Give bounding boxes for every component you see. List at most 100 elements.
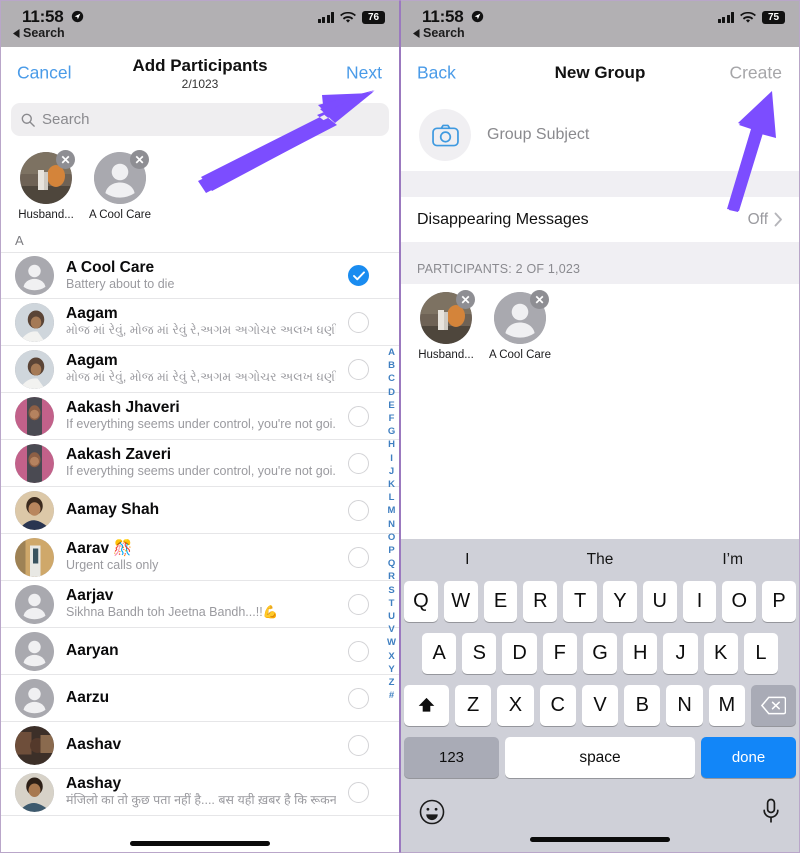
index-letter[interactable]: Q — [388, 557, 395, 570]
key-y[interactable]: Y — [603, 581, 637, 622]
key-a[interactable]: A — [422, 633, 457, 674]
suggestion-item[interactable]: The — [534, 551, 667, 569]
index-letter[interactable]: O — [388, 531, 395, 544]
index-letter[interactable]: I — [390, 452, 393, 465]
suggestion-item[interactable]: I’m — [666, 551, 799, 569]
key-b[interactable]: B — [624, 685, 661, 726]
index-letter[interactable]: R — [388, 570, 395, 583]
list-item[interactable]: Aaryan — [1, 628, 399, 675]
key-l[interactable]: L — [743, 633, 778, 674]
index-letter[interactable]: K — [388, 478, 395, 491]
key-j[interactable]: J — [663, 633, 698, 674]
list-item[interactable]: Aakash Jhaveri If everything seems under… — [1, 393, 399, 440]
cancel-button[interactable]: Cancel — [17, 63, 71, 84]
index-letter[interactable]: T — [389, 597, 395, 610]
select-checkbox[interactable] — [348, 452, 369, 474]
back-button[interactable]: Back — [417, 63, 456, 84]
key-c[interactable]: C — [539, 685, 576, 726]
list-item[interactable]: Aashav — [1, 722, 399, 769]
disappearing-messages-row[interactable]: Disappearing Messages Off — [401, 197, 799, 242]
select-checkbox[interactable] — [348, 265, 369, 286]
index-letter[interactable]: E — [388, 399, 394, 412]
selected-chip[interactable]: ✕ Husband... — [15, 150, 77, 221]
key-d[interactable]: D — [502, 633, 537, 674]
key-x[interactable]: X — [497, 685, 534, 726]
select-checkbox[interactable] — [348, 499, 369, 521]
select-checkbox[interactable] — [348, 546, 369, 568]
backspace-icon[interactable] — [750, 685, 796, 726]
participant-chip[interactable]: ✕ Husband... — [415, 290, 477, 361]
key-u[interactable]: U — [642, 581, 677, 622]
index-letter[interactable]: G — [388, 425, 395, 438]
alphabet-index[interactable]: A B C D E F G H I J K L M N O P Q R S T … — [387, 346, 396, 702]
list-item[interactable]: Aamay Shah — [1, 487, 399, 534]
index-letter[interactable]: A — [388, 346, 395, 359]
selected-chip[interactable]: ✕ A Cool Care — [89, 150, 151, 221]
select-checkbox[interactable] — [348, 734, 369, 756]
index-letter[interactable]: W — [387, 636, 396, 649]
index-letter[interactable]: X — [388, 650, 394, 663]
index-letter[interactable]: M — [388, 504, 396, 517]
select-checkbox[interactable] — [348, 593, 369, 615]
remove-participant-icon[interactable]: ✕ — [456, 290, 475, 309]
done-key[interactable]: done — [701, 737, 796, 778]
key-q[interactable]: Q — [404, 581, 438, 622]
key-e[interactable]: E — [483, 581, 518, 622]
list-item[interactable]: Aarjav Sikhna Bandh toh Jeetna Bandh...!… — [1, 581, 399, 628]
remove-chip-icon[interactable]: ✕ — [130, 150, 149, 169]
index-letter[interactable]: D — [388, 386, 395, 399]
index-letter[interactable]: C — [388, 372, 395, 385]
list-item[interactable]: Aakash Zaveri If everything seems under … — [1, 440, 399, 487]
key-z[interactable]: Z — [455, 685, 492, 726]
list-item[interactable]: Aagam મોજ માં રેવું, મોજ માં રેવું રે,અગ… — [1, 346, 399, 393]
key-o[interactable]: O — [722, 581, 757, 622]
key-m[interactable]: M — [708, 685, 745, 726]
create-button[interactable]: Create — [729, 63, 782, 84]
index-letter[interactable]: P — [388, 544, 394, 557]
emoji-smiley-icon[interactable] — [419, 799, 445, 830]
select-checkbox[interactable] — [348, 640, 369, 662]
index-letter[interactable]: H — [388, 438, 395, 451]
list-item[interactable]: Aashay मंजिलो का तो कुछ पता नहीं है.... … — [1, 769, 399, 816]
select-checkbox[interactable] — [348, 687, 369, 709]
key-g[interactable]: G — [582, 633, 618, 674]
key-f[interactable]: F — [542, 633, 577, 674]
index-letter[interactable]: # — [389, 689, 394, 702]
index-letter[interactable]: S — [388, 584, 394, 597]
list-item[interactable]: Aarav 🎊 Urgent calls only — [1, 534, 399, 581]
shift-up-icon[interactable] — [404, 685, 450, 726]
key-p[interactable]: P — [762, 581, 796, 622]
microphone-icon[interactable] — [761, 798, 781, 831]
space-key[interactable]: space — [505, 737, 695, 778]
remove-participant-icon[interactable]: ✕ — [530, 290, 549, 309]
numbers-key[interactable]: 123 — [404, 737, 499, 778]
participant-chip[interactable]: ✕ A Cool Care — [489, 290, 551, 361]
back-to-search-button[interactable]: Search — [413, 26, 465, 40]
suggestion-item[interactable]: I — [401, 551, 534, 569]
next-button[interactable]: Next — [346, 63, 382, 84]
index-letter[interactable]: V — [388, 623, 394, 636]
list-item[interactable]: A Cool Care Battery about to die — [1, 252, 399, 299]
index-letter[interactable]: B — [388, 359, 395, 372]
back-to-search-button[interactable]: Search — [13, 26, 65, 40]
key-t[interactable]: T — [563, 581, 597, 622]
select-checkbox[interactable] — [348, 358, 369, 380]
key-i[interactable]: I — [682, 581, 717, 622]
list-item[interactable]: Aagam મોજ માં રેવું, મોજ માં રેવું રે,અગ… — [1, 299, 399, 346]
index-letter[interactable]: L — [389, 491, 395, 504]
key-v[interactable]: V — [581, 685, 619, 726]
camera-icon[interactable] — [419, 109, 471, 161]
index-letter[interactable]: U — [388, 610, 395, 623]
key-k[interactable]: K — [703, 633, 738, 674]
list-item[interactable]: Aarzu — [1, 675, 399, 722]
group-subject-row[interactable]: Group Subject — [401, 99, 799, 171]
select-checkbox[interactable] — [348, 781, 369, 803]
group-subject-input[interactable]: Group Subject — [487, 126, 589, 144]
key-w[interactable]: W — [443, 581, 478, 622]
index-letter[interactable]: J — [389, 465, 394, 478]
select-checkbox[interactable] — [348, 311, 369, 333]
key-s[interactable]: S — [462, 633, 497, 674]
index-letter[interactable]: Y — [388, 663, 394, 676]
key-r[interactable]: R — [523, 581, 558, 622]
remove-chip-icon[interactable]: ✕ — [56, 150, 75, 169]
